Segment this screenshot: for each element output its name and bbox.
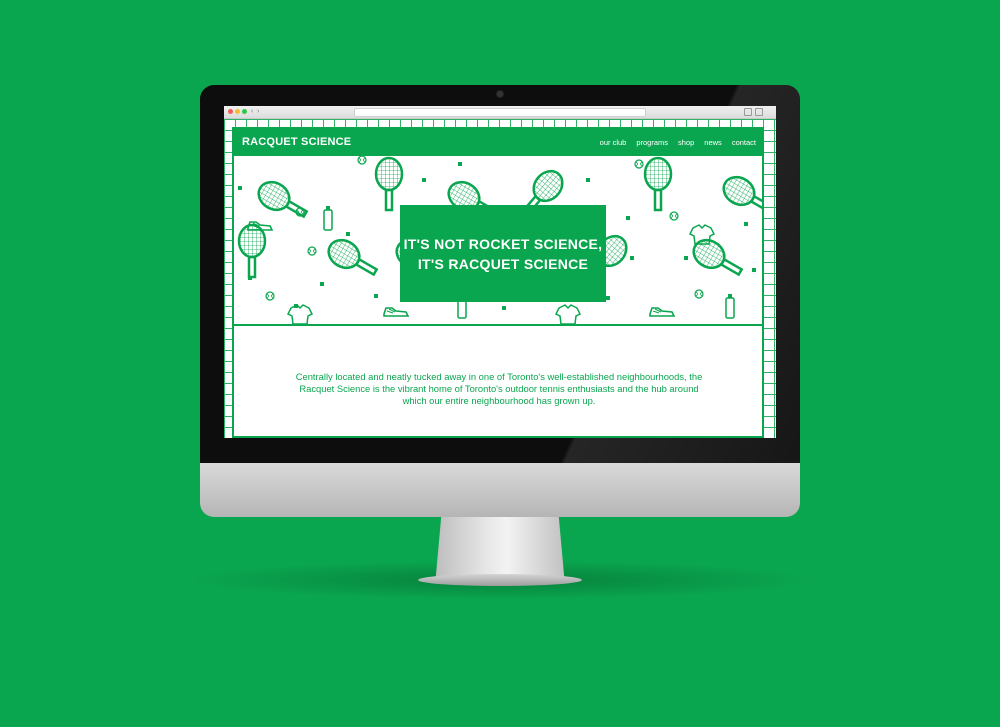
screen: ‹ › RACQUET SCIENCE our club programs sh… [224,106,776,438]
back-arrow-icon[interactable]: ‹ [251,108,253,116]
maximize-window-button[interactable] [242,109,247,114]
minimize-window-button[interactable] [235,109,240,114]
hero-pattern: IT'S NOT ROCKET SCIENCE, IT'S RACQUET SC… [234,156,762,324]
address-bar[interactable] [354,108,646,117]
hero-headline-line-2: IT'S RACQUET SCIENCE [417,255,589,272]
nav-programs[interactable]: programs [636,138,668,147]
monitor-foot [418,574,582,586]
main-panel: RACQUET SCIENCE our club programs shop n… [232,127,764,438]
monitor-chin [200,463,800,517]
hero-headline-box: IT'S NOT ROCKET SCIENCE, IT'S RACQUET SC… [400,205,606,302]
site-header: RACQUET SCIENCE our club programs shop n… [234,129,762,156]
hero-headline-line-1: IT'S NOT ROCKET SCIENCE, [403,235,603,252]
hero-divider [234,324,762,326]
close-window-button[interactable] [228,109,233,114]
nav-news[interactable]: news [704,138,722,147]
tabs-icon[interactable] [755,108,763,116]
main-nav: our club programs shop news contact [600,138,756,147]
forward-arrow-icon[interactable]: › [257,108,259,116]
nav-contact[interactable]: contact [732,138,756,147]
nav-shop[interactable]: shop [678,138,694,147]
browser-toolbar: ‹ › [224,106,776,119]
website: RACQUET SCIENCE our club programs shop n… [224,119,776,438]
monitor-stand [435,517,565,579]
webcam [497,91,503,97]
intro-paragraph: Centrally located and neatly tucked away… [295,371,703,406]
site-logo[interactable]: RACQUET SCIENCE [242,136,351,148]
nav-our-club[interactable]: our club [600,138,627,147]
share-icon[interactable] [744,108,752,116]
